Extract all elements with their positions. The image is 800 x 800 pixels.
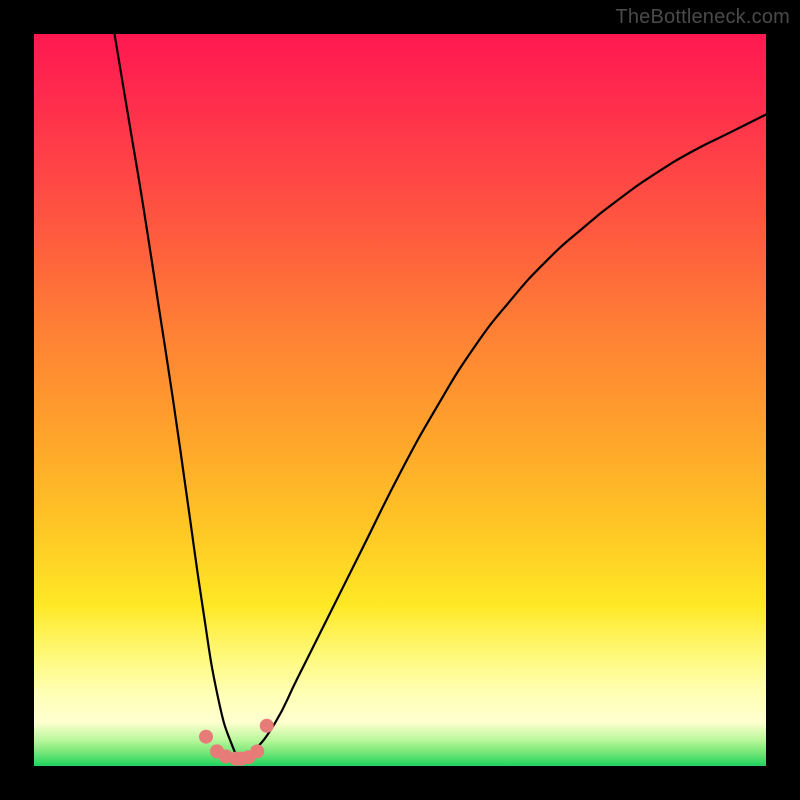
chart-frame: TheBottleneck.com — [0, 0, 800, 800]
highlight-dot — [260, 719, 274, 733]
curve-svg — [34, 34, 766, 766]
highlight-dot — [199, 730, 213, 744]
bottleneck-curve-path — [115, 34, 766, 760]
plot-area — [34, 34, 766, 766]
highlight-dot — [250, 744, 264, 758]
watermark-text: TheBottleneck.com — [615, 6, 790, 29]
